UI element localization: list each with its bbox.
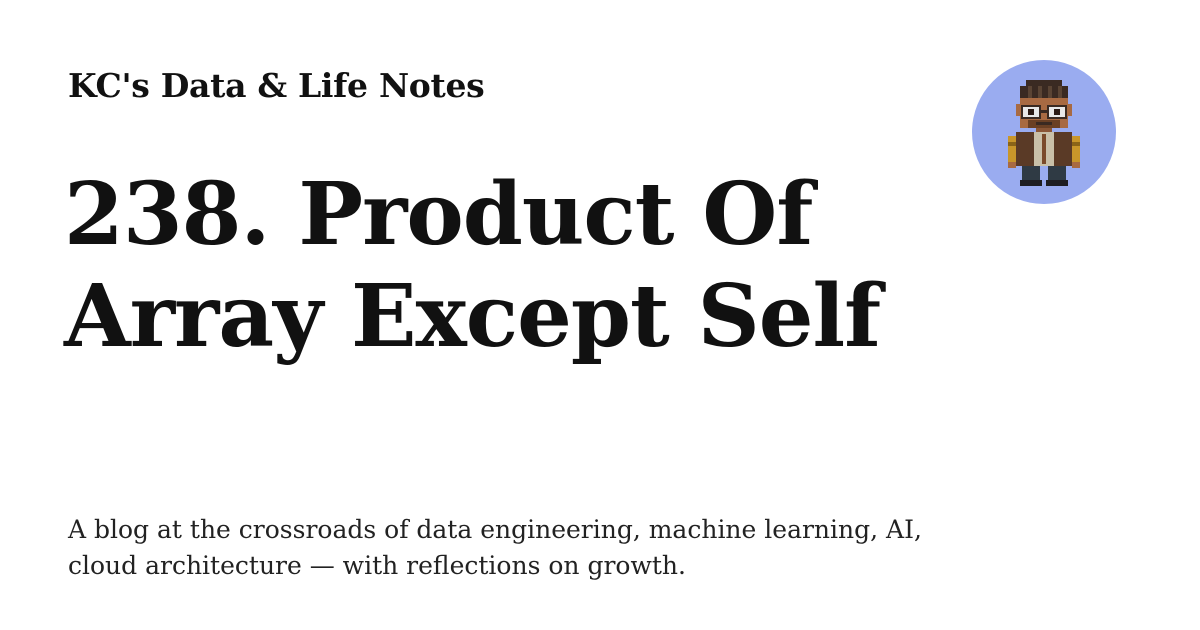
site-tagline: A blog at the crossroads of data enginee… <box>68 515 922 580</box>
post-title: 238. Product Of Array Except Self <box>64 164 881 367</box>
avatar <box>972 60 1116 204</box>
site-name: KC's Data & Life Notes <box>68 66 485 105</box>
pixel-art-person-icon <box>972 60 1116 204</box>
social-card: KC's Data & Life Notes 238. Product Of A… <box>0 0 1200 630</box>
